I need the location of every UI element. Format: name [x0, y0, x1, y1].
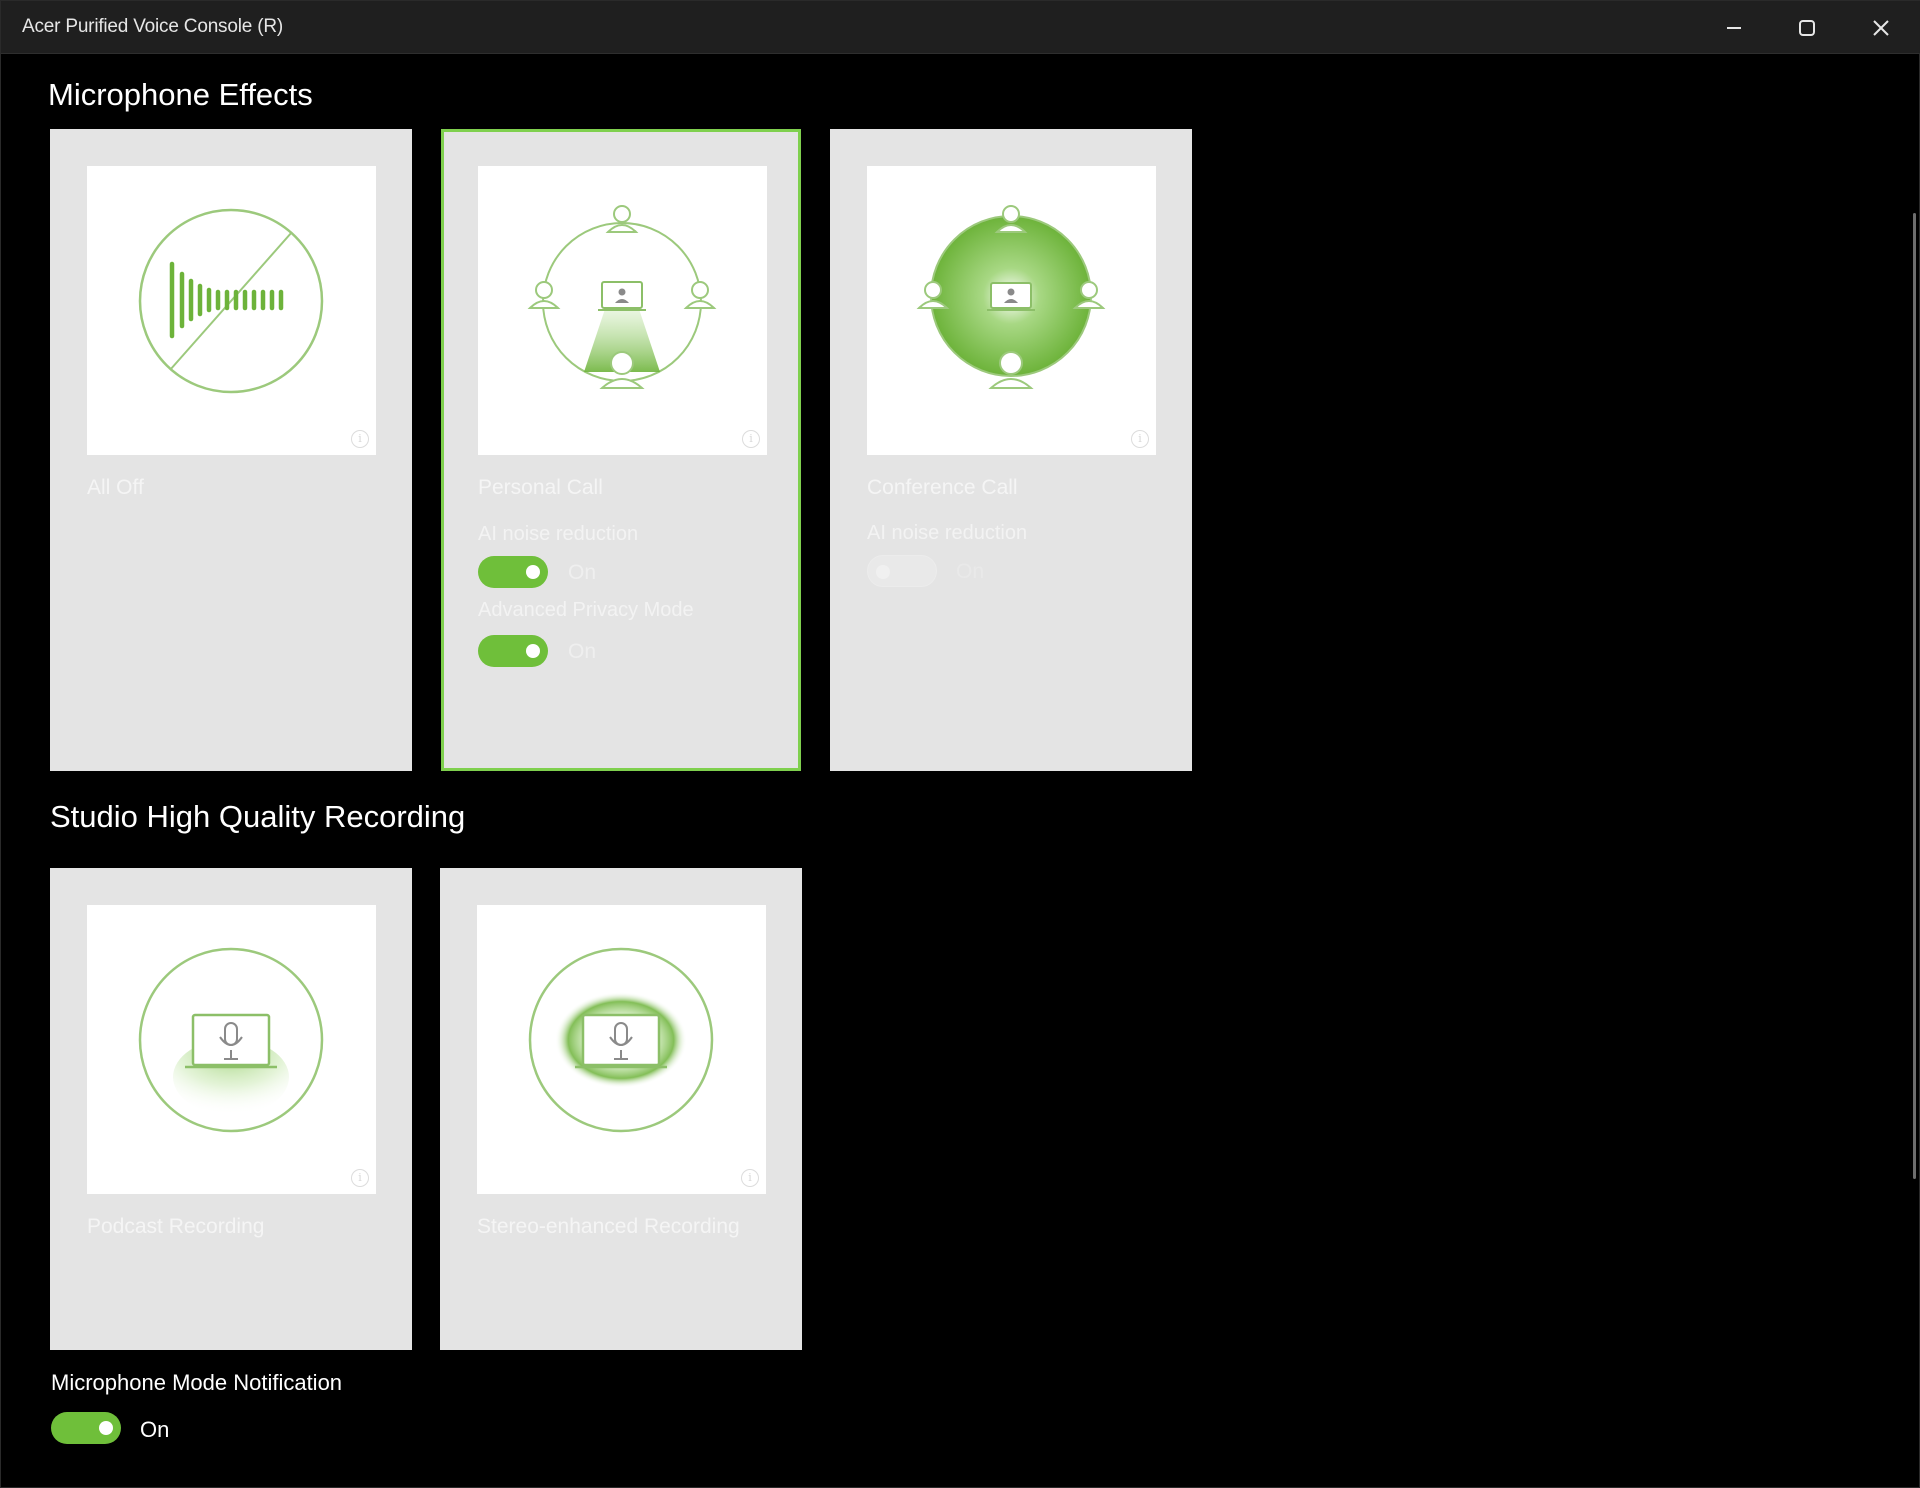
- stereo-recording-icon: [528, 947, 714, 1133]
- info-icon[interactable]: i: [1131, 430, 1149, 448]
- conference-call-icon: [916, 205, 1106, 389]
- ai-noise-reduction-label: AI noise reduction: [478, 523, 639, 545]
- advanced-privacy-mode-toggle[interactable]: [478, 635, 548, 667]
- card-image: i: [478, 166, 767, 455]
- mode-card-podcast-recording[interactable]: i Podcast Recording: [50, 868, 412, 1350]
- ai-noise-reduction-state: On: [568, 561, 597, 584]
- info-icon[interactable]: i: [741, 1169, 759, 1187]
- card-label-all-off: All Off: [87, 476, 144, 499]
- toggle-knob: [526, 565, 540, 579]
- ai-noise-reduction-toggle[interactable]: [867, 555, 937, 587]
- microphone-mode-notification-label: Microphone Mode Notification: [51, 1370, 343, 1395]
- mode-card-stereo-recording[interactable]: i Stereo-enhanced Recording: [440, 868, 802, 1350]
- ai-noise-reduction-toggle[interactable]: [478, 556, 548, 588]
- title-bar[interactable]: Acer Purified Voice Console (R): [1, 1, 1920, 54]
- mode-card-conference-call[interactable]: i Conference Call AI noise reduction On: [830, 129, 1192, 771]
- card-image: i: [87, 905, 376, 1194]
- mute-waveform-icon: [138, 208, 324, 394]
- card-label-podcast-recording: Podcast Recording: [87, 1215, 265, 1238]
- info-icon[interactable]: i: [351, 1169, 369, 1187]
- microphone-mode-notification-state: On: [140, 1417, 170, 1442]
- personal-call-icon: [527, 205, 717, 389]
- card-label-stereo-recording: Stereo-enhanced Recording: [477, 1215, 740, 1238]
- toggle-knob: [876, 565, 890, 579]
- advanced-privacy-mode-label: Advanced Privacy Mode: [478, 599, 694, 621]
- minimize-button[interactable]: [1698, 1, 1770, 54]
- card-image: i: [867, 166, 1156, 455]
- info-icon[interactable]: i: [351, 430, 369, 448]
- card-image: i: [477, 905, 766, 1194]
- mode-card-all-off[interactable]: i All Off: [50, 129, 412, 771]
- card-image: i: [87, 166, 376, 455]
- podcast-recording-icon: [138, 947, 324, 1133]
- close-icon: [1873, 19, 1889, 36]
- microphone-mode-notification-toggle[interactable]: [51, 1412, 121, 1444]
- toggle-knob: [99, 1421, 113, 1435]
- info-icon[interactable]: i: [742, 430, 760, 448]
- app-window: Acer Purified Voice Console (R) Micropho…: [0, 0, 1920, 1488]
- minimize-icon: [1727, 26, 1741, 29]
- card-label-personal-call: Personal Call: [478, 476, 603, 499]
- scrollbar[interactable]: [1913, 213, 1916, 1179]
- app-title: Acer Purified Voice Console (R): [22, 16, 283, 37]
- ai-noise-reduction-label: AI noise reduction: [867, 522, 1028, 544]
- card-label-conference-call: Conference Call: [867, 476, 1018, 499]
- section-title-studio-recording: Studio High Quality Recording: [50, 799, 466, 834]
- close-button[interactable]: [1845, 1, 1917, 54]
- maximize-icon: [1799, 19, 1815, 36]
- ai-noise-reduction-state: On: [956, 560, 985, 583]
- mode-card-personal-call[interactable]: i Personal Call AI noise reduction On Ad…: [441, 129, 801, 771]
- toggle-knob: [526, 644, 540, 658]
- maximize-button[interactable]: [1771, 1, 1843, 54]
- section-title-microphone-effects: Microphone Effects: [48, 77, 313, 112]
- advanced-privacy-mode-state: On: [568, 640, 597, 663]
